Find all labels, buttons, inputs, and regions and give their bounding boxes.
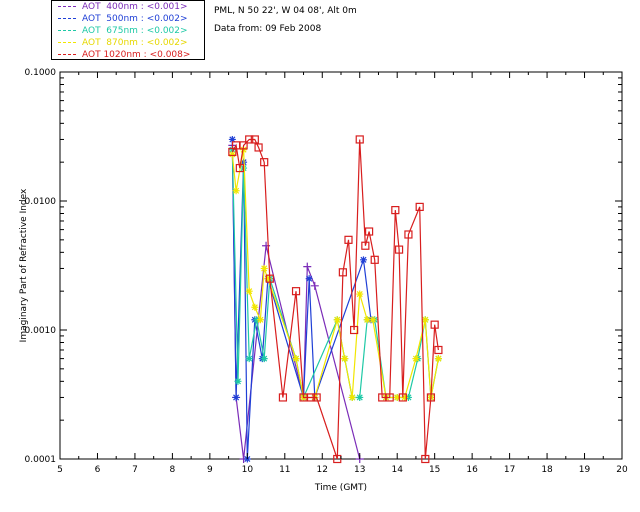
x-tick-label: 7 <box>132 465 138 475</box>
series-3 <box>228 146 442 401</box>
x-tick-label: 19 <box>579 465 591 475</box>
data-point <box>260 355 268 363</box>
data-point <box>232 393 240 401</box>
data-point <box>341 355 349 363</box>
x-tick-label: 10 <box>242 465 254 475</box>
series-0 <box>228 141 364 463</box>
x-tick-label: 18 <box>541 465 553 475</box>
x-tick-label: 20 <box>616 465 628 475</box>
data-point <box>310 281 319 290</box>
data-point <box>412 355 420 363</box>
data-point <box>234 377 242 385</box>
data-point <box>369 316 377 324</box>
series-line <box>231 138 439 460</box>
x-tick-label: 12 <box>317 465 328 475</box>
data-point <box>305 275 313 283</box>
data-point <box>251 303 259 311</box>
data-point <box>348 393 356 401</box>
plot-area <box>59 71 623 460</box>
data-point <box>245 287 253 295</box>
y-axis-title: Imaginary Part of Refractive Index <box>19 188 29 342</box>
x-tick-label: 9 <box>207 465 213 475</box>
data-point <box>356 290 364 298</box>
x-tick-label: 16 <box>466 465 478 475</box>
x-tick-label: 5 <box>57 465 63 475</box>
x-tick-label: 11 <box>279 465 290 475</box>
y-tick-label: 0.0010 <box>25 326 57 336</box>
x-tick-label: 17 <box>504 465 515 475</box>
x-tick-label: 6 <box>95 465 101 475</box>
data-point <box>434 355 442 363</box>
y-tick-label: 0.0100 <box>25 197 57 207</box>
chart: 5 6 7 8 9 10 11 12 13 14 15 16 17 18 19 20 0.0001 0.0010 0… <box>19 68 628 493</box>
data-point <box>260 264 268 272</box>
data-point <box>245 355 253 363</box>
plot-frame-layer <box>59 71 623 460</box>
x-tick-label: 8 <box>170 465 176 475</box>
data-point <box>333 316 341 324</box>
data-point <box>232 187 240 195</box>
data-point <box>359 256 367 264</box>
y-tick-label: 0.1000 <box>25 68 57 78</box>
series-layer <box>228 135 443 464</box>
data-point <box>256 316 264 324</box>
x-axis-title: Time (GMT) <box>314 483 367 493</box>
x-tick-label: 15 <box>429 465 440 475</box>
series-line <box>231 145 361 460</box>
data-point <box>356 393 364 401</box>
data-point <box>292 355 300 363</box>
axes-layer: 5 6 7 8 9 10 11 12 13 14 15 16 17 18 19 20 0.0001 0.0010 0… <box>19 68 628 493</box>
data-point <box>303 262 312 271</box>
x-tick-label: 13 <box>354 465 365 475</box>
y-tick-label: 0.0001 <box>25 455 57 465</box>
series-2 <box>228 146 442 401</box>
x-tick-label: 14 <box>391 465 403 475</box>
series-line <box>231 139 372 460</box>
